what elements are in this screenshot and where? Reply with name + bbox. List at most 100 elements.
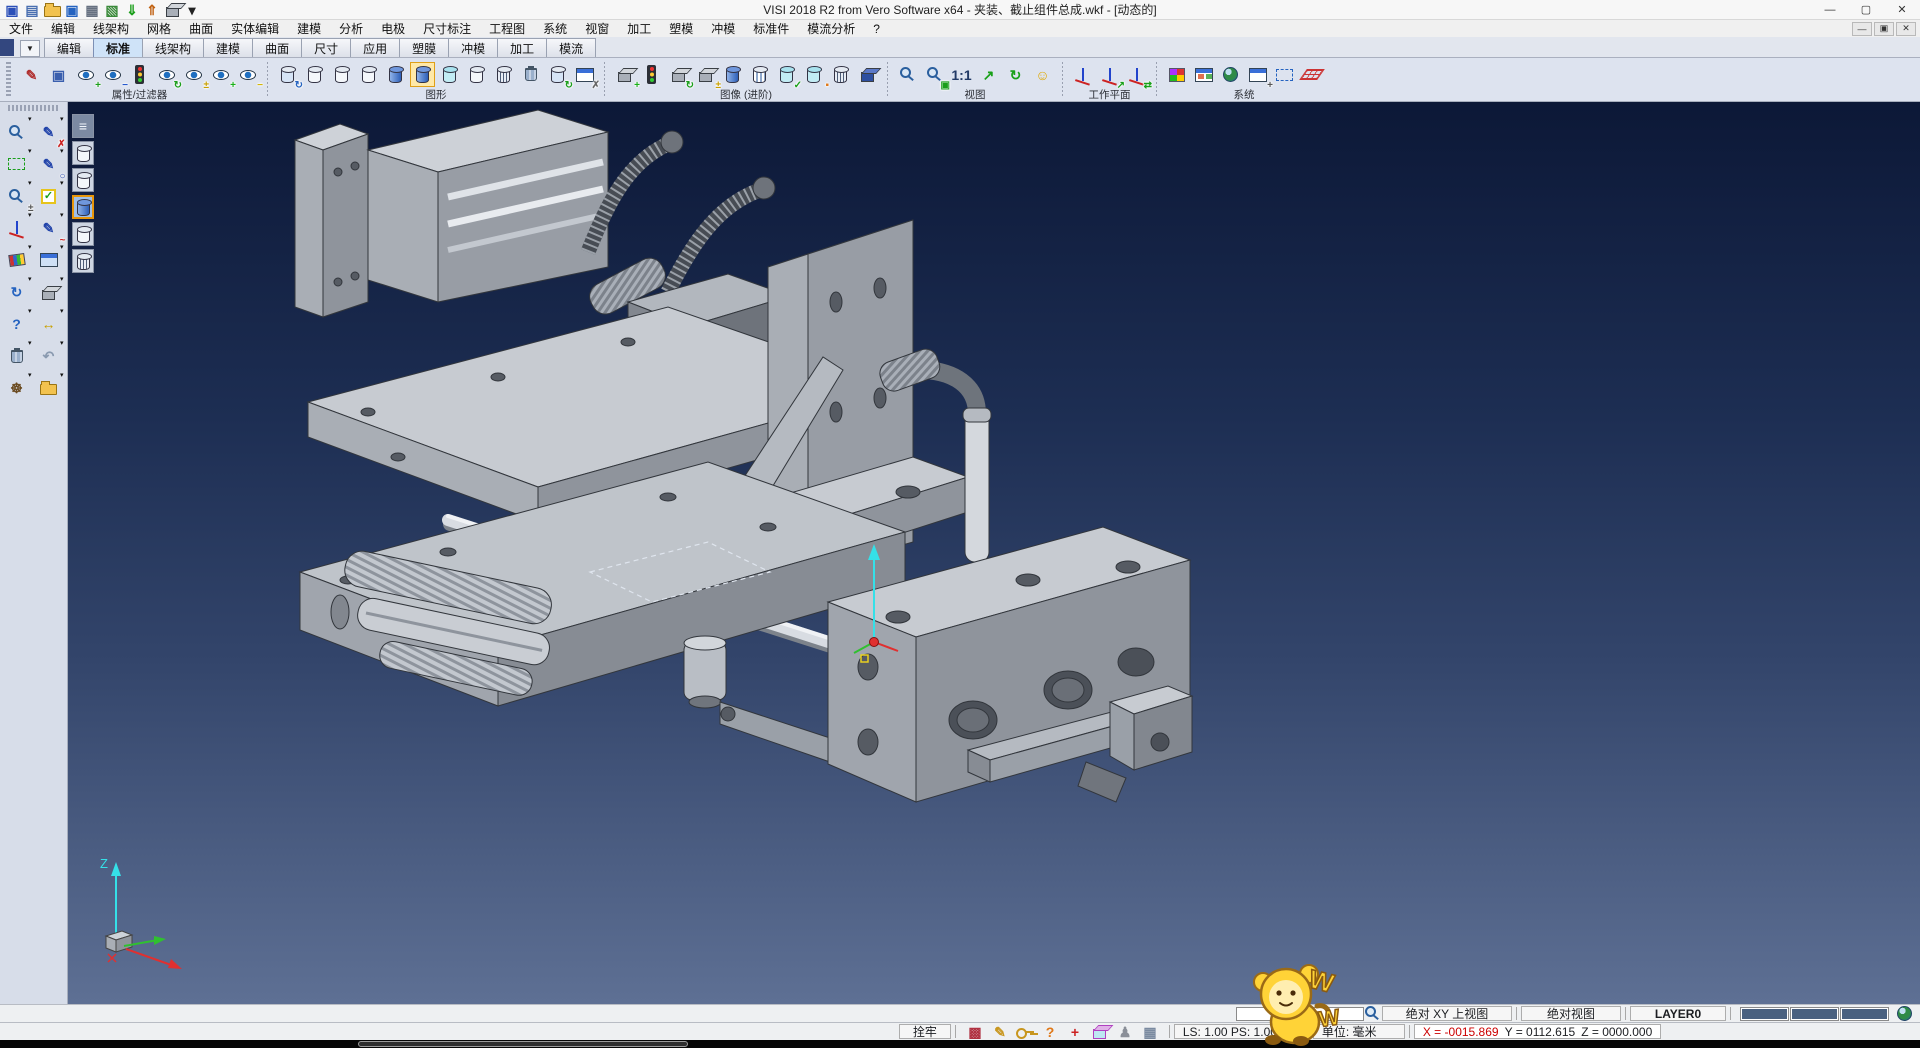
ucs-move-icon[interactable] xyxy=(3,214,31,242)
viewport-3d[interactable]: ≡ Z xyxy=(68,102,1920,1004)
hide-entities-icon[interactable]: − xyxy=(100,62,125,87)
snap-point-icon[interactable]: + xyxy=(1064,1024,1086,1040)
app-logo-icon[interactable]: ▣ xyxy=(3,2,21,18)
menu-item[interactable]: 加工 xyxy=(618,20,660,37)
sketch-curve-icon[interactable]: ✎~ xyxy=(35,214,63,242)
solid-cube-icon[interactable] xyxy=(855,62,880,87)
filter-traffic-icon[interactable] xyxy=(127,62,152,87)
minimize-button[interactable]: — xyxy=(1812,0,1848,19)
menu-item[interactable]: ? xyxy=(864,20,889,37)
tab[interactable]: 曲面 xyxy=(252,38,302,57)
add-image-icon[interactable]: + xyxy=(612,62,637,87)
key-icon[interactable] xyxy=(1014,1024,1036,1040)
menu-item[interactable]: 系统 xyxy=(534,20,576,37)
workplane-move-icon[interactable]: ↗ xyxy=(1097,62,1122,87)
color-palette-icon[interactable] xyxy=(1164,62,1189,87)
help-question-icon[interactable]: ? xyxy=(1039,1024,1061,1040)
mesh-image-icon[interactable] xyxy=(828,62,853,87)
snap-grid-icon[interactable]: ▩ xyxy=(964,1024,986,1040)
regen-graphics-icon[interactable]: ↻ xyxy=(545,62,570,87)
layer-selector[interactable]: LAYER0 xyxy=(1630,1006,1726,1021)
attributes-copy-icon[interactable]: ▣ xyxy=(46,62,71,87)
view-color-swatch-1[interactable] xyxy=(1741,1008,1788,1020)
strip-flat-icon[interactable] xyxy=(72,222,94,246)
menu-item[interactable]: 线架构 xyxy=(84,20,138,37)
tab[interactable]: 加工 xyxy=(497,38,547,57)
strip-wireframe-icon[interactable] xyxy=(72,141,94,165)
menu-item[interactable]: 建模 xyxy=(288,20,330,37)
quick-access-dropdown-icon[interactable]: ▾ xyxy=(183,2,201,18)
zoom-preview-icon[interactable] xyxy=(3,118,31,146)
helm-icon[interactable]: ☸ xyxy=(3,374,31,402)
tab[interactable]: 线架构 xyxy=(142,38,204,57)
menu-item[interactable]: 模流分析 xyxy=(798,20,864,37)
purge-graphics-icon[interactable] xyxy=(518,62,543,87)
drawing-grid-icon[interactable]: ▦ xyxy=(1139,1024,1161,1040)
menu-item[interactable]: 分析 xyxy=(330,20,372,37)
menu-item[interactable]: 文件 xyxy=(0,20,42,37)
left-toolbar-drag-handle[interactable] xyxy=(8,105,59,111)
strip-mesh-icon[interactable] xyxy=(72,249,94,273)
strip-menu-icon[interactable]: ≡ xyxy=(72,114,94,138)
zoom-all-icon[interactable] xyxy=(895,62,920,87)
redraw-icon[interactable]: ↻ xyxy=(275,62,300,87)
export-icon[interactable]: ⇑ xyxy=(143,2,161,18)
solid-image-icon[interactable] xyxy=(720,62,745,87)
delete-icon[interactable] xyxy=(3,342,31,370)
menu-item[interactable]: 塑模 xyxy=(660,20,702,37)
tab[interactable]: 尺寸 xyxy=(301,38,351,57)
shading-smiley-icon[interactable]: ☺ xyxy=(1030,62,1055,87)
color-window-icon[interactable] xyxy=(1191,62,1216,87)
tab[interactable]: 标准 xyxy=(93,38,143,57)
menu-item[interactable]: 曲面 xyxy=(180,20,222,37)
new-file-icon[interactable]: ▤ xyxy=(23,2,41,18)
menu-item[interactable]: 编辑 xyxy=(42,20,84,37)
open-file-icon[interactable] xyxy=(43,2,61,18)
invert-images-icon[interactable]: ± xyxy=(693,62,718,87)
import-icon[interactable]: ⇓ xyxy=(123,2,141,18)
workplane-icon[interactable] xyxy=(1070,62,1095,87)
zoom-1to1-icon[interactable]: 1:1 xyxy=(949,62,974,87)
layout-windows-icon[interactable] xyxy=(35,246,63,274)
menu-item[interactable]: 实体编辑 xyxy=(222,20,288,37)
zoom-extents-icon[interactable]: ± xyxy=(3,182,31,210)
magic-wand-icon[interactable]: ✎ xyxy=(989,1024,1011,1040)
attribute-books-icon[interactable] xyxy=(3,246,31,274)
close-button[interactable]: ✕ xyxy=(1884,0,1920,19)
search-icon[interactable] xyxy=(1364,1006,1382,1022)
tab[interactable]: 塑膜 xyxy=(399,38,449,57)
show-entities-icon[interactable]: + xyxy=(73,62,98,87)
rotate-view-icon[interactable]: ↻ xyxy=(1003,62,1028,87)
layout-view-label[interactable]: 绝对 XY 上视图 xyxy=(1382,1006,1512,1021)
strip-shaded-icon[interactable] xyxy=(72,195,94,219)
tab[interactable]: 建模 xyxy=(203,38,253,57)
tab[interactable]: 应用 xyxy=(350,38,400,57)
grid-plane-icon[interactable] xyxy=(1299,62,1324,87)
undo-icon[interactable]: ↶ xyxy=(35,342,63,370)
menu-item[interactable]: 工程图 xyxy=(480,20,534,37)
regenerate-icon[interactable]: ↻ xyxy=(3,278,31,306)
image-filter-traffic-icon[interactable] xyxy=(639,62,664,87)
dynamic-pan-icon[interactable]: ↗ xyxy=(976,62,1001,87)
measure-distance-icon[interactable]: ↔ xyxy=(35,310,63,338)
shaded-view-icon[interactable] xyxy=(383,62,408,87)
tagged-image-icon[interactable]: ▪ xyxy=(801,62,826,87)
open-folder-icon[interactable] xyxy=(35,374,63,402)
system-globe-icon[interactable] xyxy=(1218,62,1243,87)
show-all-icon[interactable]: + xyxy=(208,62,233,87)
zoom-window-icon[interactable]: ▣ xyxy=(922,62,947,87)
maximize-button[interactable]: ▢ xyxy=(1848,0,1884,19)
tab[interactable]: 模流 xyxy=(546,38,596,57)
model-cube-icon[interactable] xyxy=(163,2,181,18)
confirm-check-icon[interactable] xyxy=(35,182,63,210)
erase-icon[interactable]: ✎✗ xyxy=(35,118,63,146)
refresh-visibility-icon[interactable]: ↻ xyxy=(154,62,179,87)
striped-image-icon[interactable] xyxy=(747,62,772,87)
ucs-cube-icon[interactable] xyxy=(1089,1024,1111,1040)
model-3d-assembly[interactable] xyxy=(68,102,1920,1004)
window-settings-icon[interactable]: + xyxy=(1245,62,1270,87)
absolute-view-label[interactable]: 绝对视图 xyxy=(1521,1006,1621,1021)
attributes-paint-icon[interactable]: ✎ xyxy=(19,62,44,87)
sketch-circle-icon[interactable]: ✎○ xyxy=(35,150,63,178)
mesh-view-icon[interactable] xyxy=(491,62,516,87)
